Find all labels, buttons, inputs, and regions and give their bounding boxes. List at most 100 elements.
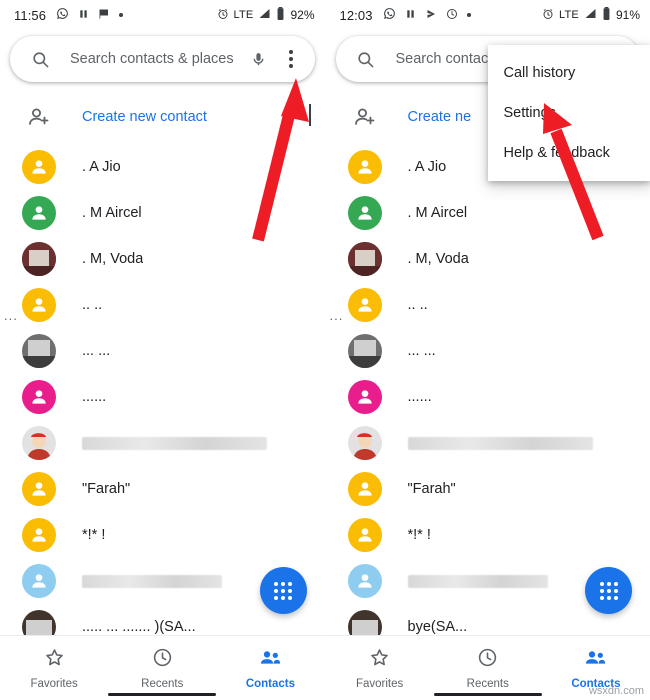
avatar — [347, 472, 382, 506]
dialpad-fab[interactable] — [259, 567, 307, 614]
contact-name: . M, Voda — [407, 251, 469, 267]
avatar — [347, 242, 382, 276]
list-item[interactable]: "Farah" — [0, 466, 325, 512]
list-item[interactable]: . M, Voda — [326, 236, 650, 282]
contact-name: .. .. — [407, 297, 428, 313]
nav-label: Contacts — [245, 677, 296, 690]
nav-tab-contacts[interactable]: Contacts — [542, 647, 650, 690]
list-item[interactable]: ... ... — [326, 328, 650, 374]
contact-name: ... ... — [407, 343, 436, 359]
nav-tab-recents[interactable]: Recents — [108, 647, 216, 690]
create-new-contact-button[interactable]: Create new contact — [0, 90, 325, 144]
flag-icon — [98, 8, 110, 23]
contact-name: . A Jio — [407, 159, 447, 175]
list-item[interactable]: . M Aircel — [326, 190, 650, 236]
contact-name: . M, Voda — [82, 251, 144, 267]
pause-icon — [405, 8, 416, 23]
alarm-icon — [542, 8, 554, 23]
contact-name: ..... ... ....... )(SA... — [82, 619, 196, 635]
dialpad-icon — [274, 581, 292, 600]
avatar — [22, 150, 56, 184]
list-item[interactable]: . A Jio — [0, 144, 325, 190]
contact-name: bye(SA... — [407, 619, 468, 635]
status-time: 12:03 — [339, 7, 373, 23]
search-icon[interactable] — [24, 43, 56, 75]
list-item[interactable]: .. .. — [0, 282, 325, 328]
dialpad-fab[interactable] — [585, 567, 632, 614]
list-item[interactable]: *!* ! — [0, 512, 325, 558]
menu-item-call-history[interactable]: Call history — [488, 53, 650, 93]
signal-icon — [584, 8, 597, 23]
status-system-icons: LTE 91% — [542, 7, 640, 23]
search-bar-left[interactable]: Search contacts & places — [10, 36, 315, 82]
search-icon[interactable] — [350, 43, 382, 75]
nav-tab-contacts[interactable]: Contacts — [216, 647, 324, 690]
contact-name: *!* ! — [407, 527, 431, 543]
battery-icon — [276, 7, 285, 23]
list-item[interactable]: . M Aircel — [0, 190, 325, 236]
contact-name: "Farah" — [407, 481, 456, 497]
battery-percent: 92% — [290, 8, 315, 22]
list-item[interactable]: ...... — [0, 374, 325, 420]
nav-label: Favorites — [355, 677, 404, 690]
microphone-icon[interactable] — [243, 43, 275, 75]
list-item[interactable]: "Farah" — [326, 466, 650, 512]
nav-label: Recents — [141, 677, 184, 690]
contact-name: *!* ! — [82, 527, 106, 543]
avatar — [22, 380, 56, 414]
list-item[interactable] — [0, 420, 325, 466]
avatar — [347, 426, 382, 460]
avatar — [22, 564, 56, 598]
contact-name: . M Aircel — [82, 205, 142, 221]
pause-icon — [78, 8, 89, 23]
text-cursor-indicator — [309, 104, 311, 126]
phone-screen-left: 11:56 LTE 92% Search contacts & places C… — [0, 0, 326, 700]
contact-name: "Farah" — [82, 481, 131, 497]
battery-percent: 91% — [615, 8, 640, 22]
contact-name: ...... — [82, 389, 107, 405]
list-item[interactable] — [326, 420, 650, 466]
dialpad-icon — [599, 581, 618, 600]
star-icon — [369, 647, 390, 673]
clock-icon — [446, 8, 458, 23]
whatsapp-icon — [383, 7, 396, 23]
list-item[interactable]: *!* ! — [326, 512, 650, 558]
star-icon — [44, 647, 65, 673]
clock-icon — [477, 647, 498, 673]
avatar — [22, 196, 56, 230]
menu-item-help-feedback[interactable]: Help & feedback — [488, 133, 650, 173]
network-type-label: LTE — [559, 9, 579, 21]
nav-tab-favorites[interactable]: Favorites — [0, 647, 108, 690]
status-notification-icons — [383, 7, 471, 23]
search-input[interactable]: Search contacts & places — [70, 51, 243, 67]
nav-tab-favorites[interactable]: Favorites — [326, 647, 434, 690]
contact-name: . A Jio — [82, 159, 121, 175]
list-item[interactable]: ...... — [326, 374, 650, 420]
status-bar-right: 12:03 LTE 91% — [326, 0, 650, 30]
alarm-icon — [217, 8, 229, 23]
signal-icon — [258, 8, 271, 23]
avatar — [347, 380, 382, 414]
list-item[interactable]: .. .. — [326, 282, 650, 328]
create-new-contact-label: Create new contact — [82, 109, 207, 125]
nav-tab-recents[interactable]: Recents — [434, 647, 542, 690]
send-icon — [425, 8, 437, 23]
overflow-menu-icon[interactable] — [275, 43, 307, 75]
menu-item-settings[interactable]: Settings — [488, 93, 650, 133]
avatar — [347, 334, 382, 368]
avatar — [22, 242, 56, 276]
contacts-icon — [584, 647, 607, 673]
bottom-navigation-left[interactable]: Favorites Recents Contacts — [0, 635, 325, 700]
nav-label: Favorites — [30, 677, 78, 690]
status-system-icons: LTE 92% — [217, 7, 315, 23]
nav-label: Recents — [466, 677, 509, 690]
dot-icon — [466, 13, 471, 17]
avatar — [22, 426, 56, 460]
list-item[interactable]: . M, Voda — [0, 236, 325, 282]
contact-name: .. .. — [82, 297, 103, 313]
watermark: wsxdn.com — [588, 685, 644, 697]
status-notification-icons — [56, 7, 124, 23]
list-item[interactable]: ... ... — [0, 328, 325, 374]
overflow-menu-popup[interactable]: Call history Settings Help & feedback — [487, 45, 650, 181]
blurred-contact-name — [82, 436, 267, 450]
